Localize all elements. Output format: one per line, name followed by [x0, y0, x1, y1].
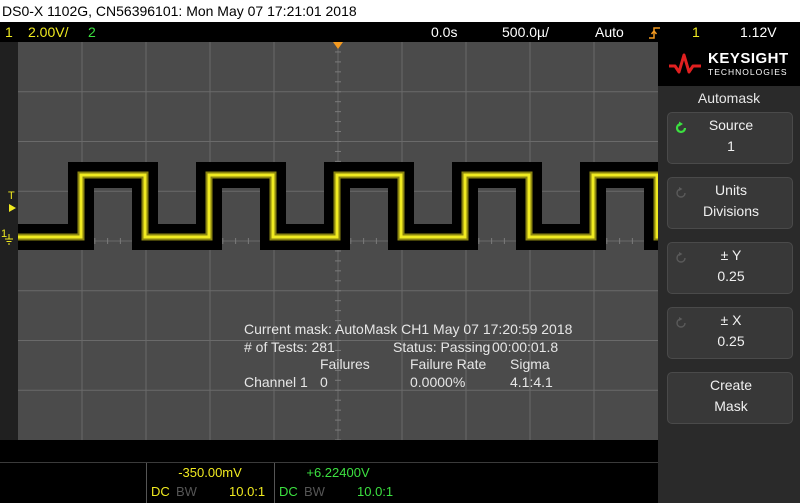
x-tolerance-value: 0.25	[717, 333, 745, 349]
time-scale[interactable]: 500.0µ/	[502, 22, 549, 42]
trigger-position-marker[interactable]	[333, 42, 343, 49]
keysight-logo: KEYSIGHT TECHNOLOGIES	[658, 42, 800, 86]
channel-info-bar: -350.00mV DC BW 10.0:1 +6.22400V DC BW 1…	[0, 440, 658, 503]
failures-header: Failures	[320, 356, 370, 372]
test-status: Status: Passing	[393, 338, 491, 355]
x-tolerance-softkey[interactable]: ± X 0.25	[667, 307, 793, 359]
ch2-probe: 10.0:1	[357, 484, 394, 499]
elapsed-time: 00:00:01.8	[492, 338, 559, 355]
ch1-probe: 10.0:1	[229, 484, 266, 499]
units-label: Units	[715, 182, 747, 198]
units-value: Divisions	[702, 203, 759, 219]
create-mask-softkey[interactable]: Create Mask	[667, 372, 793, 424]
ch1-bw-limit: BW	[176, 484, 197, 499]
ch1-info[interactable]: -350.00mV DC BW 10.0:1	[146, 463, 273, 503]
source-softkey[interactable]: Source 1	[667, 112, 793, 164]
trigger-level[interactable]: 1.12V	[740, 22, 777, 42]
waveform-graticule[interactable]	[18, 42, 658, 440]
trigger-level-arrow	[9, 203, 16, 215]
channel-label: Channel 1	[244, 373, 308, 390]
softkey-panel: KEYSIGHT TECHNOLOGIES Automask Source 1 …	[658, 42, 800, 503]
time-delay[interactable]: 0.0s	[431, 22, 457, 42]
ch1-number[interactable]: 1	[5, 22, 13, 42]
sigma-header: Sigma	[510, 356, 550, 372]
trigger-mode[interactable]: Auto	[595, 22, 624, 42]
menu-title: Automask	[697, 90, 761, 106]
waveform-display[interactable]	[0, 42, 658, 440]
current-mask-text: Current mask: AutoMask CH1 May 07 17:20:…	[244, 321, 573, 337]
sigma-value: 4.1:4.1	[510, 373, 553, 390]
window-title: DS0-X 1102G, CN56396101: Mon May 07 17:2…	[0, 0, 800, 22]
trigger-source[interactable]: 1	[692, 22, 700, 42]
failures-value: 0	[320, 373, 328, 390]
keysight-wave-icon	[669, 53, 701, 74]
create-mask-value: Mask	[714, 398, 748, 414]
brand-name: KEYSIGHT	[708, 50, 789, 67]
trigger-level-marker[interactable]: T	[8, 190, 15, 202]
ch1-coupling: DC	[151, 484, 170, 499]
ch1-offset: -350.00mV	[178, 465, 242, 480]
x-tolerance-label: ± X	[720, 312, 742, 328]
trigger-edge-icon	[648, 22, 662, 42]
ch2-bw-limit: BW	[304, 484, 325, 499]
ch1-scale[interactable]: 2.00V/	[28, 22, 68, 42]
y-tolerance-value: 0.25	[717, 268, 745, 284]
ch2-coupling: DC	[279, 484, 298, 499]
ch2-offset: +6.22400V	[306, 465, 370, 480]
ch2-info[interactable]: +6.22400V DC BW 10.0:1	[274, 463, 401, 503]
source-label: Source	[708, 117, 754, 133]
y-tolerance-softkey[interactable]: ± Y 0.25	[667, 242, 793, 294]
y-tolerance-label: ± Y	[720, 247, 742, 263]
failure-rate-header: Failure Rate	[410, 356, 487, 372]
failure-rate-value: 0.0000%	[410, 373, 466, 390]
create-mask-label: Create	[709, 377, 753, 393]
tests-count: # of Tests: 281	[244, 338, 335, 355]
brand-subtitle: TECHNOLOGIES	[708, 67, 788, 77]
status-bar: 1 2.00V/ 2 0.0s 500.0µ/ Auto 1 1.12V	[0, 22, 800, 42]
ch2-number[interactable]: 2	[88, 22, 96, 42]
units-softkey[interactable]: Units Divisions	[667, 177, 793, 229]
ground-icon	[4, 234, 14, 249]
source-value: 1	[727, 138, 735, 154]
